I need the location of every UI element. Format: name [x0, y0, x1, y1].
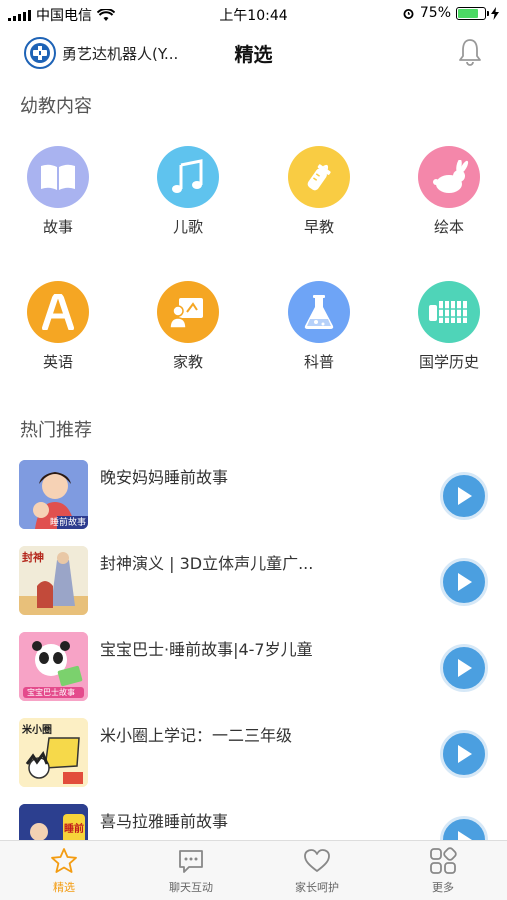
- thumbnail-caption: 封神: [22, 551, 44, 564]
- category-circle: [157, 281, 219, 343]
- bamboo-scroll-icon: [429, 301, 469, 323]
- list-item[interactable]: 宝宝巴士故事 宝宝巴士·睡前故事|4-7岁儿童: [0, 632, 507, 718]
- category-label: 国学历史: [418, 353, 479, 371]
- book-icon: [41, 164, 75, 190]
- music-note-icon: [172, 159, 203, 193]
- play-icon: [458, 745, 472, 763]
- rabbit-icon: [433, 160, 469, 193]
- play-button[interactable]: [440, 472, 488, 520]
- category-classics-history[interactable]: 国学历史: [399, 281, 499, 372]
- letter-a-icon: [42, 294, 74, 330]
- category-picture-books[interactable]: 绘本: [399, 146, 499, 237]
- star-icon: [51, 848, 77, 873]
- tab-parental-care[interactable]: 家长呵护: [267, 847, 367, 895]
- category-circle: [27, 281, 89, 343]
- category-early-education[interactable]: 早教: [269, 146, 369, 237]
- category-story[interactable]: 故事: [8, 146, 108, 237]
- tab-featured[interactable]: 精选: [14, 847, 114, 895]
- item-title: 封神演义 | 3D立体声儿童广...: [100, 554, 314, 573]
- thumbnail-caption: 睡前故事: [49, 518, 86, 528]
- category-circle: [288, 146, 350, 208]
- play-icon: [458, 659, 472, 677]
- category-label: 科普: [303, 353, 334, 371]
- thumbnail: 封神: [19, 546, 88, 615]
- play-icon: [458, 487, 472, 505]
- list-item[interactable]: 米小圈 米小圈上学记：一二三年级: [0, 718, 507, 804]
- list-item[interactable]: 封神 封神演义 | 3D立体声儿童广...: [0, 546, 507, 632]
- item-title: 米小圈上学记：一二三年级: [100, 726, 293, 745]
- thumbnail-caption: 睡前: [64, 824, 84, 835]
- thumbnail: 睡前故事: [19, 460, 88, 529]
- play-button[interactable]: [440, 644, 488, 692]
- tab-bar: 精选 聊天互动 家长呵护 更多: [0, 840, 507, 900]
- chat-bubble-icon: [179, 850, 203, 873]
- charging-icon: [491, 6, 499, 20]
- heart-icon: [304, 849, 330, 872]
- category-circle: [288, 281, 350, 343]
- category-tutoring[interactable]: 家教: [138, 281, 238, 372]
- item-title: 喜马拉雅睡前故事: [100, 812, 229, 831]
- category-label: 英语: [42, 353, 73, 371]
- category-label: 绘本: [433, 218, 464, 236]
- battery-icon: [456, 6, 489, 20]
- item-title: 宝宝巴士·睡前故事|4-7岁儿童: [100, 640, 313, 659]
- list-item[interactable]: 睡前故事 晚安妈妈睡前故事: [0, 460, 507, 546]
- category-label: 早教: [303, 218, 334, 236]
- play-icon: [458, 573, 472, 591]
- category-circle: [418, 281, 480, 343]
- section-title-hot: 热门推荐: [20, 420, 92, 441]
- item-title: 晚安妈妈睡前故事: [100, 468, 229, 487]
- tab-label: 家长呵护: [295, 881, 339, 894]
- flask-icon: [304, 295, 334, 329]
- play-button[interactable]: [440, 730, 488, 778]
- thumbnail-caption: 米小圈: [22, 725, 52, 736]
- thumbnail: 宝宝巴士故事: [19, 632, 88, 701]
- section-title-kids: 幼教内容: [20, 96, 92, 117]
- category-circle: [27, 146, 89, 208]
- baby-bottle-icon: [307, 164, 331, 191]
- teacher-board-icon: [169, 298, 203, 329]
- alarm-icon: [403, 8, 414, 19]
- nav-bar: 勇艺达机器人(Y... 精选: [0, 28, 507, 78]
- status-bar: 中国电信 上午10:44 75%: [0, 0, 507, 28]
- category-english[interactable]: 英语: [8, 281, 108, 372]
- category-circle: [157, 146, 219, 208]
- tab-more[interactable]: 更多: [393, 847, 493, 895]
- grid-icon: [430, 847, 457, 874]
- tab-label: 聊天互动: [169, 881, 213, 894]
- category-label: 故事: [42, 218, 73, 236]
- category-label: 家教: [172, 353, 203, 371]
- battery-percent: 75%: [419, 5, 451, 21]
- play-button[interactable]: [440, 558, 488, 606]
- tab-label: 更多: [432, 881, 454, 894]
- category-songs[interactable]: 儿歌: [138, 146, 238, 237]
- category-science[interactable]: 科普: [269, 281, 369, 372]
- tab-chat[interactable]: 聊天互动: [141, 847, 241, 895]
- category-circle: [418, 146, 480, 208]
- thumbnail-caption: 宝宝巴士故事: [27, 688, 75, 697]
- category-label: 儿歌: [172, 218, 203, 236]
- page-title: 精选: [234, 44, 273, 66]
- thumbnail: 米小圈: [19, 718, 88, 787]
- tab-label: 精选: [53, 881, 75, 894]
- bell-icon[interactable]: [455, 37, 485, 67]
